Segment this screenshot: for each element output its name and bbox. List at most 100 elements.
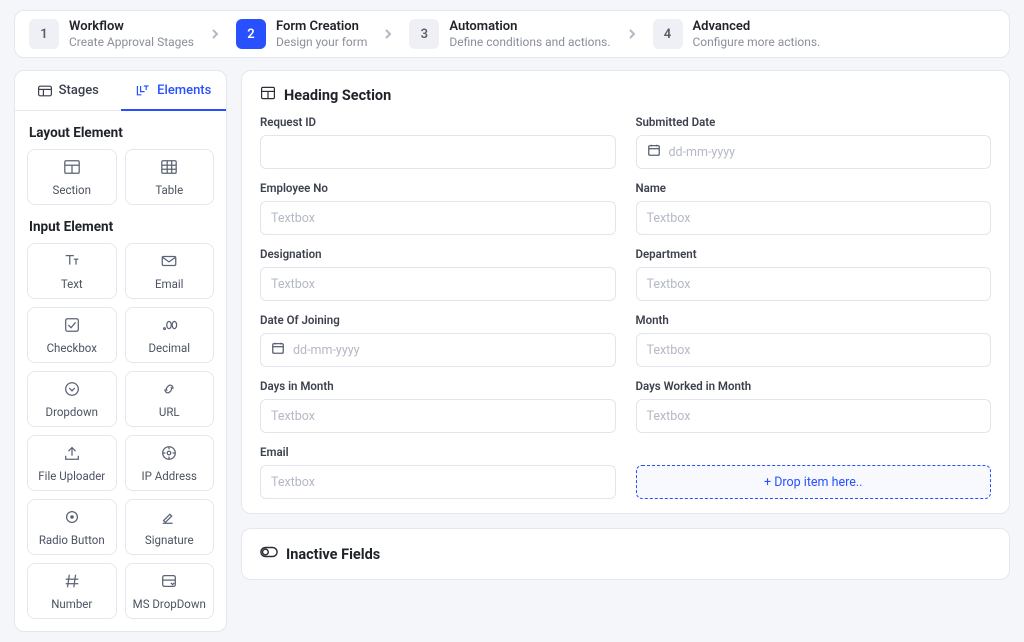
step-advanced[interactable]: 4 Advanced Configure more actions. (653, 19, 821, 49)
palette-label: File Uploader (38, 469, 105, 483)
decimal-icon (159, 315, 179, 335)
section-icon (62, 157, 82, 177)
palette-file-uploader[interactable]: File Uploader (27, 435, 117, 491)
palette-label: Text (61, 277, 83, 291)
inactive-fields-card[interactable]: Inactive Fields (241, 528, 1010, 580)
palette-table[interactable]: Table (125, 149, 215, 205)
step-subtitle: Define conditions and actions. (449, 35, 610, 49)
step-number: 1 (29, 19, 59, 49)
date-input[interactable]: dd-mm-yyyy (260, 333, 616, 367)
field-date-of-joining[interactable]: Date Of Joining dd-mm-yyyy (260, 313, 616, 367)
heading-section-card: Heading Section Request ID Submitted Dat… (241, 70, 1010, 514)
chevron-right-icon (623, 25, 641, 43)
textbox-input[interactable] (260, 135, 616, 169)
field-department[interactable]: Department Textbox (636, 247, 992, 301)
section-icon (260, 85, 276, 105)
textbox-input[interactable]: Textbox (636, 333, 992, 367)
step-title: Form Creation (276, 19, 367, 34)
palette-label: Table (155, 183, 183, 197)
step-subtitle: Configure more actions. (693, 35, 821, 49)
field-label: Date Of Joining (260, 313, 616, 327)
palette-label: Section (53, 183, 91, 197)
url-icon (159, 379, 179, 399)
step-automation[interactable]: 3 Automation Define conditions and actio… (409, 19, 610, 49)
field-month[interactable]: Month Textbox (636, 313, 992, 367)
field-label: Days Worked in Month (636, 379, 992, 393)
placeholder: Textbox (271, 475, 315, 490)
field-days-worked-in-month[interactable]: Days Worked in Month Textbox (636, 379, 992, 433)
calendar-icon (647, 143, 661, 161)
field-label: Month (636, 313, 992, 327)
placeholder: Textbox (271, 409, 315, 424)
textbox-input[interactable]: Textbox (636, 267, 992, 301)
palette-radio-button[interactable]: Radio Button (27, 499, 117, 555)
step-number: 3 (409, 19, 439, 49)
placeholder: Textbox (647, 277, 691, 292)
field-label: Department (636, 247, 992, 261)
palette-text[interactable]: Text (27, 243, 117, 299)
signature-icon (159, 507, 179, 527)
textbox-input[interactable]: Textbox (636, 399, 992, 433)
field-label: Request ID (260, 115, 616, 129)
field-label: Submitted Date (636, 115, 992, 129)
textbox-input[interactable]: Textbox (260, 201, 616, 235)
checkbox-icon (62, 315, 82, 335)
chevron-right-icon (379, 25, 397, 43)
inactive-fields-title: Inactive Fields (286, 546, 380, 563)
textbox-input[interactable]: Textbox (260, 399, 616, 433)
step-number: 4 (653, 19, 683, 49)
palette-email[interactable]: Email (125, 243, 215, 299)
field-request-id[interactable]: Request ID (260, 115, 616, 169)
tab-elements[interactable]: Elements (121, 71, 227, 111)
field-submitted-date[interactable]: Submitted Date dd-mm-yyyy (636, 115, 992, 169)
placeholder: Textbox (271, 211, 315, 226)
field-designation[interactable]: Designation Textbox (260, 247, 616, 301)
dropzone-text: + Drop item here.. (764, 475, 862, 490)
layout-element-header: Layout Element (15, 111, 226, 149)
palette-label: IP Address (142, 469, 197, 483)
textbox-input[interactable]: Textbox (260, 267, 616, 301)
section-title: Heading Section (284, 87, 391, 104)
dropzone-slot[interactable]: + Drop item here.. (636, 445, 992, 499)
field-name[interactable]: Name Textbox (636, 181, 992, 235)
step-title: Advanced (693, 19, 821, 34)
step-title: Workflow (69, 19, 194, 34)
sidebar-tabs: Stages Elements (15, 71, 226, 111)
textbox-input[interactable]: Textbox (636, 201, 992, 235)
step-form-creation[interactable]: 2 Form Creation Design your form (236, 19, 367, 49)
field-label: Designation (260, 247, 616, 261)
step-workflow[interactable]: 1 Workflow Create Approval Stages (29, 19, 194, 49)
palette-url[interactable]: URL (125, 371, 215, 427)
dropdown-icon (62, 379, 82, 399)
palette-label: Signature (145, 533, 194, 547)
dropzone[interactable]: + Drop item here.. (636, 465, 992, 499)
field-employee-no[interactable]: Employee No Textbox (260, 181, 616, 235)
calendar-icon (271, 341, 285, 359)
tab-stages[interactable]: Stages (15, 71, 121, 110)
palette-signature[interactable]: Signature (125, 499, 215, 555)
palette-label: Decimal (148, 341, 190, 355)
multiselect-icon (159, 571, 179, 591)
palette-ms-dropdown[interactable]: MS DropDown (125, 563, 215, 619)
date-input[interactable]: dd-mm-yyyy (636, 135, 992, 169)
palette-number[interactable]: Number (27, 563, 117, 619)
field-days-in-month[interactable]: Days in Month Textbox (260, 379, 616, 433)
radio-icon (62, 507, 82, 527)
palette-section[interactable]: Section (27, 149, 117, 205)
palette-label: URL (159, 405, 180, 419)
field-email[interactable]: Email Textbox (260, 445, 616, 499)
palette-label: Checkbox (47, 341, 97, 355)
palette-ip-address[interactable]: IP Address (125, 435, 215, 491)
palette-dropdown[interactable]: Dropdown (27, 371, 117, 427)
step-subtitle: Design your form (276, 35, 367, 49)
email-icon (159, 251, 179, 271)
field-label: Name (636, 181, 992, 195)
textbox-input[interactable]: Textbox (260, 465, 616, 499)
palette-label: Radio Button (39, 533, 105, 547)
palette-decimal[interactable]: Decimal (125, 307, 215, 363)
palette-label: Number (51, 597, 92, 611)
palette-checkbox[interactable]: Checkbox (27, 307, 117, 363)
step-title: Automation (449, 19, 610, 34)
palette-label: Dropdown (46, 405, 98, 419)
placeholder: Textbox (647, 409, 691, 424)
